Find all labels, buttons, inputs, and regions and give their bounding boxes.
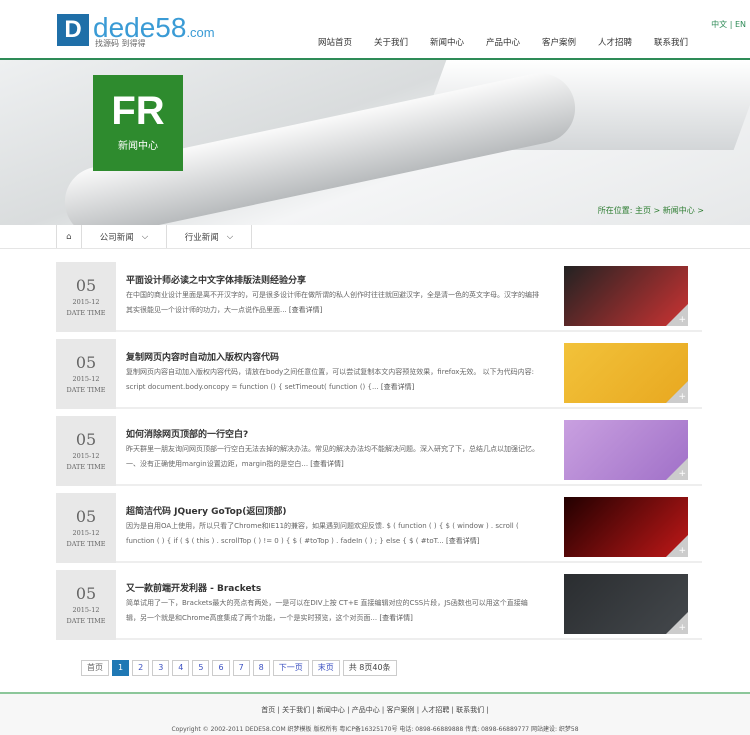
main-nav: 网站首页 关于我们 新闻中心 产品中心 客户案例 人才招聘 联系我们 — [318, 36, 710, 48]
date-box: 05 2015-12 DATE TIME — [56, 493, 116, 563]
page-3[interactable]: 3 — [152, 660, 170, 676]
plus-icon: + — [678, 546, 686, 556]
tab-label: 公司新闻 — [99, 233, 134, 243]
divider — [0, 248, 750, 249]
page-5[interactable]: 5 — [192, 660, 210, 676]
read-more-link[interactable]: [查看详情] — [289, 306, 322, 314]
page-1[interactable]: 1 — [112, 660, 130, 676]
article-title[interactable]: 如何消除网页顶部的一行空白? — [126, 427, 248, 440]
date-label: DATE TIME — [66, 617, 106, 625]
copyright: Copyright © 2002-2011 DEDE58.COM 织梦模板 版权… — [171, 726, 579, 733]
article-item: 05 2015-12 DATE TIME 超简洁代码 JQuery GoTop(返回… — [56, 493, 702, 563]
page-next[interactable]: 下一页 — [272, 660, 309, 676]
article-item: 05 2015-12 DATE TIME 复制网页内容时自动加入版权内容代码 复制网… — [56, 339, 702, 409]
chevron-down-icon: ⌵ — [141, 232, 149, 242]
date-box: 05 2015-12 DATE TIME — [56, 339, 116, 409]
article-title[interactable]: 超简洁代码 JQuery GoTop(返回顶部) — [126, 504, 286, 517]
logo-suffix: .com — [186, 24, 215, 40]
plus-icon: + — [678, 315, 686, 325]
article-thumbnail[interactable]: + — [564, 497, 688, 557]
read-more-link[interactable]: [查看详情] — [381, 383, 414, 391]
article-title[interactable]: 平面设计师必读之中文字体排版法则经验分享 — [126, 273, 306, 286]
tab-label: 行业新闻 — [184, 233, 219, 243]
tab-industry-news[interactable]: 行业新闻 ⌵ — [167, 225, 252, 249]
article-summary: 简单试用了一下，Brackets最大的亮点有两处，一是可以在DIV上按 CT+E… — [126, 596, 540, 626]
summary-text: 在中国的商业设计里面是离不开汉字的，可是很多设计师在做所谓的私人创作时往往就回避… — [126, 291, 539, 314]
article-summary: 昨天群里一朋友询问网页顶部一行空白无法去掉的解决办法。常见的解决办法均不能解决问… — [126, 442, 540, 472]
summary-text: 复制网页内容自动加入版权内容代码，请放在body之间任意位置，可以尝试复制本文内… — [126, 368, 535, 391]
date-month: 2015-12 — [72, 375, 100, 383]
date-label: DATE TIME — [66, 463, 106, 471]
date-month: 2015-12 — [72, 606, 100, 614]
logo-mark: D — [57, 14, 89, 46]
page-6[interactable]: 6 — [212, 660, 230, 676]
nav-about[interactable]: 关于我们 — [374, 36, 430, 48]
date-label: DATE TIME — [66, 309, 106, 317]
page-7[interactable]: 7 — [232, 660, 250, 676]
read-more-link[interactable]: [查看详情] — [446, 537, 479, 545]
plus-icon: + — [678, 392, 686, 402]
article-title[interactable]: 复制网页内容时自动加入版权内容代码 — [126, 350, 279, 363]
nav-contact[interactable]: 联系我们 — [654, 36, 710, 48]
chevron-down-icon: ⌵ — [226, 232, 234, 242]
language-switch[interactable]: 中文 | EN — [711, 19, 746, 30]
date-month: 2015-12 — [72, 452, 100, 460]
page-2[interactable]: 2 — [132, 660, 150, 676]
article-item: 05 2015-12 DATE TIME 平面设计师必读之中文字体排版法则经验分享 … — [56, 262, 702, 332]
page-last[interactable]: 末页 — [311, 660, 340, 676]
breadcrumb[interactable]: 所在位置: 主页 > 新闻中心 > — [598, 205, 704, 216]
article-thumbnail[interactable]: + — [564, 574, 688, 634]
date-label: DATE TIME — [66, 386, 106, 394]
article-thumbnail[interactable]: + — [564, 420, 688, 480]
page-4[interactable]: 4 — [172, 660, 190, 676]
article-summary: 在中国的商业设计里面是离不开汉字的，可是很多设计师在做所谓的私人创作时往往就回避… — [126, 288, 540, 318]
date-label: DATE TIME — [66, 540, 106, 548]
date-box: 05 2015-12 DATE TIME — [56, 416, 116, 486]
tab-company-news[interactable]: 公司新闻 ⌵ — [82, 225, 167, 249]
site-header: D dede58.com 找源码 到得得 中文 | EN 网站首页 关于我们 新… — [0, 0, 750, 60]
plus-icon: + — [678, 469, 686, 479]
home-icon: ⌂ — [66, 232, 72, 242]
footer-links[interactable]: 首页 | 关于我们 | 新闻中心 | 产品中心 | 客户案例 | 人才招聘 | … — [0, 705, 750, 715]
pagination: 首页 1 2 3 4 5 6 7 8 下一页 末页 共 8页40条 — [81, 660, 397, 676]
date-day: 05 — [75, 353, 97, 372]
site-logo[interactable]: D dede58.com 找源码 到得得 — [57, 13, 215, 48]
logo-slogan: 找源码 到得得 — [95, 39, 146, 48]
home-button[interactable]: ⌂ — [57, 225, 82, 249]
nav-products[interactable]: 产品中心 — [486, 36, 542, 48]
date-day: 05 — [75, 507, 97, 526]
date-box: 05 2015-12 DATE TIME — [56, 570, 116, 640]
date-day: 05 — [75, 276, 97, 295]
article-item: 05 2015-12 DATE TIME 如何消除网页顶部的一行空白? 昨天群里一朋… — [56, 416, 702, 486]
date-month: 2015-12 — [72, 529, 100, 537]
badge-logo: FR — [111, 89, 165, 133]
badge-label: 新闻中心 — [118, 141, 158, 152]
article-title[interactable]: 又一款前端开发利器 - Brackets — [126, 581, 261, 594]
sub-nav: ⌂ 公司新闻 ⌵ 行业新闻 ⌵ — [56, 225, 252, 249]
article-thumbnail[interactable]: + — [564, 266, 688, 326]
read-more-link[interactable]: [查看详情] — [310, 460, 343, 468]
date-day: 05 — [75, 430, 97, 449]
nav-news[interactable]: 新闻中心 — [430, 36, 486, 48]
article-item: 05 2015-12 DATE TIME 又一款前端开发利器 - Brackets … — [56, 570, 702, 640]
date-box: 05 2015-12 DATE TIME — [56, 262, 116, 332]
date-month: 2015-12 — [72, 298, 100, 306]
article-thumbnail[interactable]: + — [564, 343, 688, 403]
read-more-link[interactable]: [查看详情] — [379, 614, 412, 622]
section-badge: FR 新闻中心 — [93, 75, 183, 171]
page-total: 共 8页40条 — [342, 660, 397, 676]
nav-cases[interactable]: 客户案例 — [542, 36, 598, 48]
article-summary: 因为是自用OA上使用，所以只看了Chrome和IE11的兼容，如果遇到问题欢迎反… — [126, 519, 540, 549]
article-summary: 复制网页内容自动加入版权内容代码，请放在body之间任意位置，可以尝试复制本文内… — [126, 365, 540, 395]
page-first[interactable]: 首页 — [81, 660, 109, 676]
summary-text: 简单试用了一下，Brackets最大的亮点有两处，一是可以在DIV上按 CT+E… — [126, 599, 528, 622]
page-8[interactable]: 8 — [252, 660, 270, 676]
nav-home[interactable]: 网站首页 — [318, 36, 374, 48]
footer: 首页 | 关于我们 | 新闻中心 | 产品中心 | 客户案例 | 人才招聘 | … — [0, 692, 750, 735]
nav-jobs[interactable]: 人才招聘 — [598, 36, 654, 48]
date-day: 05 — [75, 584, 97, 603]
plus-icon: + — [678, 623, 686, 633]
